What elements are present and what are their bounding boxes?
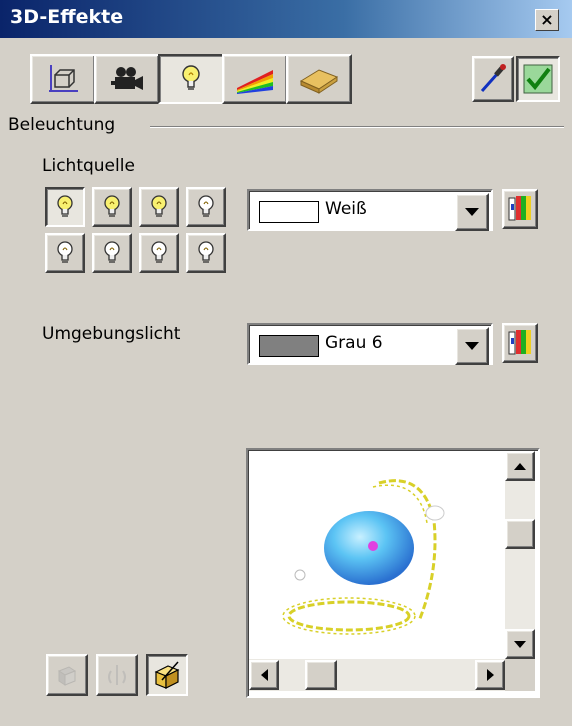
lightbulb-icon [151, 195, 167, 217]
light-color-dropdown-button[interactable] [455, 193, 489, 231]
light-color-swatch [259, 201, 319, 223]
scroll-down-button[interactable] [505, 629, 535, 659]
light-source-button-4[interactable] [186, 187, 226, 227]
arrow-left-icon [260, 669, 268, 681]
update-button[interactable] [516, 56, 560, 102]
lightbulb-icon [182, 65, 200, 90]
scroll-right-button[interactable] [475, 660, 505, 690]
convert-3d-icon [57, 666, 77, 686]
scroll-left-button[interactable] [249, 660, 279, 690]
light-color-palette-button[interactable] [502, 189, 538, 229]
light-source-button-1[interactable] [45, 187, 85, 227]
vertical-scroll-thumb[interactable] [505, 519, 535, 549]
light-source-color-select[interactable]: Weiß [247, 189, 493, 231]
ambient-color-value: Grau 6 [325, 333, 383, 353]
lathe-object-icon [108, 665, 126, 685]
color-palette-icon [508, 330, 531, 355]
geometry-tab[interactable] [30, 54, 96, 104]
arrow-up-icon [514, 462, 526, 470]
lathe-object-button[interactable] [96, 654, 138, 696]
ambient-color-palette-button[interactable] [502, 323, 538, 363]
preview-vertical-scrollbar[interactable] [505, 451, 535, 659]
scroll-up-button[interactable] [505, 451, 535, 481]
close-button[interactable]: × [535, 9, 559, 31]
chevron-down-icon [465, 208, 479, 216]
shading-tab[interactable] [94, 54, 160, 104]
assign-button[interactable] [472, 56, 514, 102]
light-source-button-5[interactable] [45, 233, 85, 273]
light-source-label: Lichtquelle [42, 156, 135, 176]
ambient-light-label: Umgebungslicht [42, 324, 181, 344]
convert-3d-button[interactable] [46, 654, 88, 696]
group-divider [150, 126, 564, 128]
lightbulb-icon [57, 195, 73, 217]
light-color-value: Weiß [325, 199, 367, 219]
light-source-button-6[interactable] [92, 233, 132, 273]
lightbulb-icon [198, 195, 214, 217]
ambient-color-swatch [259, 335, 319, 357]
lightbulb-icon [57, 241, 73, 263]
textures-tab[interactable] [222, 54, 288, 104]
cube-geometry-icon [49, 65, 78, 92]
ambient-color-dropdown-button[interactable] [455, 327, 489, 365]
lightbulb-icon [151, 241, 167, 263]
scrollbar-corner [505, 659, 535, 691]
light-source-button-3[interactable] [139, 187, 179, 227]
checkmark-icon [523, 64, 553, 94]
window-title: 3D-Effekte [10, 6, 124, 28]
light-source-button-8[interactable] [186, 233, 226, 273]
material-tab[interactable] [286, 54, 352, 104]
ambient-color-select[interactable]: Grau 6 [247, 323, 493, 365]
light-source-button-7[interactable] [139, 233, 179, 273]
perspective-button[interactable] [146, 654, 188, 696]
camera-icon [111, 67, 143, 90]
rainbow-texture-icon [237, 70, 273, 94]
preview-scene [282, 479, 445, 635]
title-bar: 3D-Effekte × [0, 0, 572, 38]
material-bar-icon [299, 69, 339, 94]
lightbulb-icon [104, 195, 120, 217]
lightbulb-icon [198, 241, 214, 263]
illumination-tab[interactable] [158, 54, 224, 104]
color-palette-icon [508, 196, 531, 221]
arrow-right-icon [486, 669, 494, 681]
chevron-down-icon [465, 342, 479, 350]
pipette-icon [480, 64, 506, 92]
arrow-down-icon [514, 640, 526, 648]
horizontal-scroll-thumb[interactable] [305, 660, 337, 690]
preview-horizontal-scrollbar[interactable] [249, 659, 505, 691]
perspective-icon [154, 661, 180, 689]
illumination-group-label: Beleuchtung [8, 115, 116, 135]
light-source-button-2[interactable] [92, 187, 132, 227]
lightbulb-icon [104, 241, 120, 263]
